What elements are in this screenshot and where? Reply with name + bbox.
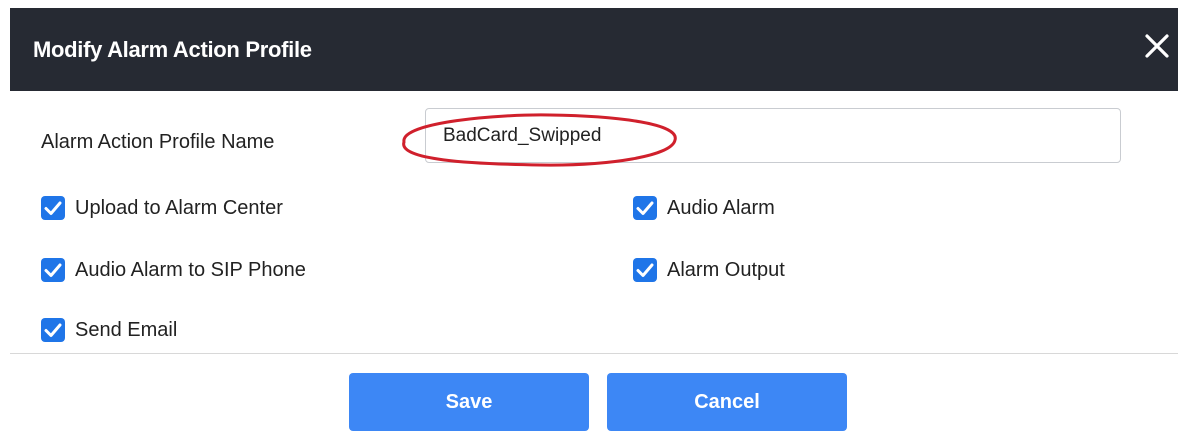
checkbox-label: Send Email (75, 318, 178, 341)
profile-name-label: Alarm Action Profile Name (41, 131, 275, 153)
cancel-button[interactable]: Cancel (607, 373, 847, 431)
dialog-footer: Save Cancel (10, 354, 1178, 438)
audio-alarm-checkbox[interactable]: Audio Alarm (633, 196, 775, 220)
dialog-title: Modify Alarm Action Profile (33, 37, 312, 62)
checkbox-label: Audio Alarm to SIP Phone (75, 258, 306, 281)
checkbox-checked-icon (41, 318, 65, 342)
dialog-body: Alarm Action Profile Name Upload to Alar… (10, 91, 1178, 354)
send-email-checkbox[interactable]: Send Email (41, 318, 177, 342)
upload-to-alarm-center-checkbox[interactable]: Upload to Alarm Center (41, 196, 283, 220)
checkbox-checked-icon (41, 196, 65, 220)
close-icon (1145, 34, 1169, 58)
checkbox-checked-icon (633, 258, 657, 282)
close-button[interactable] (1140, 28, 1174, 64)
page-top-edge (0, 0, 1178, 8)
profile-name-input[interactable] (425, 108, 1121, 163)
checkbox-checked-icon (41, 258, 65, 282)
checkbox-label: Alarm Output (667, 258, 785, 281)
checkbox-label: Audio Alarm (667, 196, 775, 219)
alarm-output-checkbox[interactable]: Alarm Output (633, 258, 785, 282)
save-button[interactable]: Save (349, 373, 589, 431)
audio-alarm-to-sip-phone-checkbox[interactable]: Audio Alarm to SIP Phone (41, 258, 306, 282)
dialog-header: Modify Alarm Action Profile (10, 8, 1178, 91)
checkbox-checked-icon (633, 196, 657, 220)
modify-alarm-action-profile-dialog: Modify Alarm Action Profile Alarm Action… (10, 8, 1178, 438)
checkbox-label: Upload to Alarm Center (75, 196, 283, 219)
